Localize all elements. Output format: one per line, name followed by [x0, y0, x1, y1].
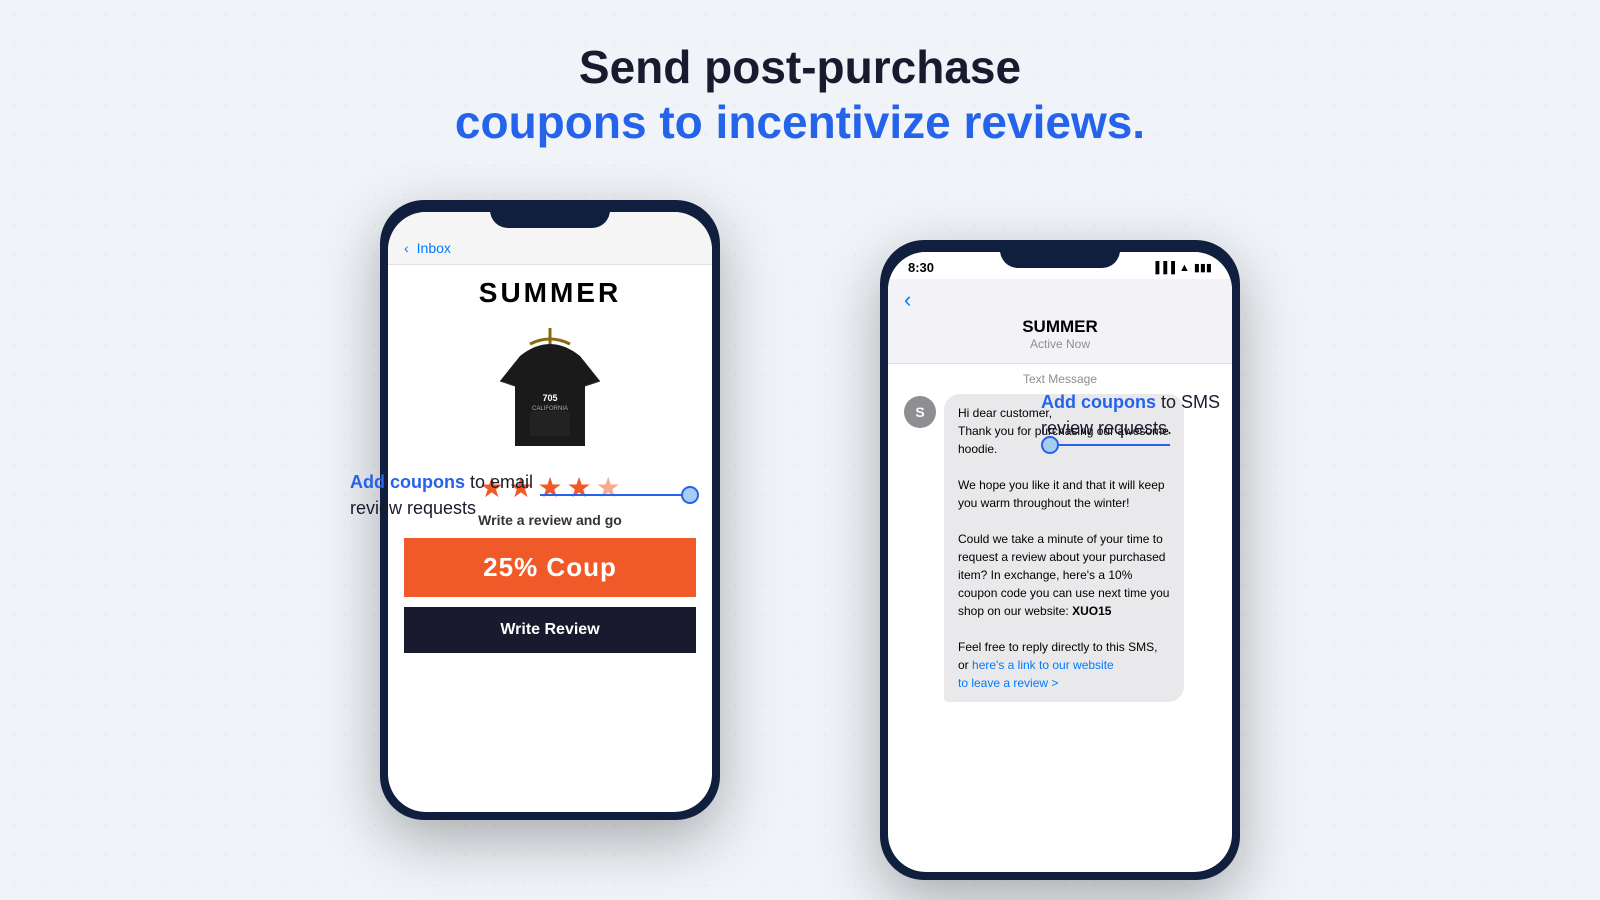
status-icons: ▐▐▐ ▲ ▮▮▮ — [1152, 261, 1212, 274]
phone-right-screen: 8:30 ▐▐▐ ▲ ▮▮▮ ‹ SUMMER Active Now Text … — [888, 252, 1232, 872]
battery-icon: ▮▮▮ — [1194, 261, 1212, 274]
header-title-line2: coupons to incentivize reviews. — [455, 95, 1145, 150]
sms-avatar: S — [904, 396, 936, 428]
write-review-btn-label: Write Review — [500, 621, 599, 639]
page-content: Send post-purchase coupons to incentiviz… — [0, 0, 1600, 860]
hoodie-image: 705 CALIFORNIA — [485, 321, 615, 461]
annotation-left-highlight: Add coupons — [350, 472, 465, 492]
star-3: ★ — [537, 471, 562, 504]
wifi-icon: ▲ — [1179, 262, 1190, 274]
coupon-banner: 25% Coup — [404, 538, 696, 597]
sms-brand-name: SUMMER — [1022, 317, 1098, 337]
write-review-button[interactable]: Write Review — [404, 607, 696, 653]
phone-sms: 8:30 ▐▐▐ ▲ ▮▮▮ ‹ SUMMER Active Now Text … — [880, 240, 1240, 880]
sms-link[interactable]: here's a link to our websiteto leave a r… — [958, 658, 1114, 690]
svg-text:705: 705 — [542, 393, 557, 403]
page-header: Send post-purchase coupons to incentiviz… — [455, 40, 1145, 150]
signal-icon: ▐▐▐ — [1152, 262, 1175, 274]
sms-header: ‹ SUMMER Active Now — [888, 279, 1232, 364]
inbox-label: Inbox — [417, 240, 451, 256]
phone-left-notch — [490, 200, 610, 228]
sms-back-arrow[interactable]: ‹ — [904, 287, 911, 313]
back-arrow-icon: ‹ — [404, 240, 409, 256]
sms-message-text: Hi dear customer, Thank you for purchasi… — [958, 404, 1170, 692]
header-title-line1: Send post-purchase — [455, 40, 1145, 95]
annotation-right-highlight: Add coupons — [1041, 392, 1156, 412]
sms-coupon-code: XUO15 — [1072, 604, 1111, 618]
coupon-text: 25% Coup — [483, 552, 617, 583]
hoodie-svg: 705 CALIFORNIA — [490, 326, 610, 456]
svg-text:CALIFORNIA: CALIFORNIA — [532, 406, 568, 412]
annotation-right: Add coupons to SMSreview requests. — [1041, 390, 1220, 440]
sms-section-label: Text Message — [904, 372, 1216, 386]
phones-area: Add coupons to emailreview requests Add … — [300, 180, 1300, 860]
annotation-left: Add coupons to emailreview requests — [350, 470, 533, 520]
annotation-right-text: Add coupons to SMSreview requests. — [1041, 390, 1220, 440]
star-5: ★ — [596, 471, 621, 504]
email-body: SUMMER 705 CALIF — [388, 265, 712, 665]
star-4: ★ — [567, 471, 592, 504]
status-time: 8:30 — [908, 260, 934, 275]
annotation-left-text: Add coupons to emailreview requests — [350, 470, 533, 520]
phone-right-notch — [1000, 240, 1120, 268]
sms-active-status: Active Now — [1030, 337, 1090, 351]
email-brand: SUMMER — [479, 277, 621, 309]
